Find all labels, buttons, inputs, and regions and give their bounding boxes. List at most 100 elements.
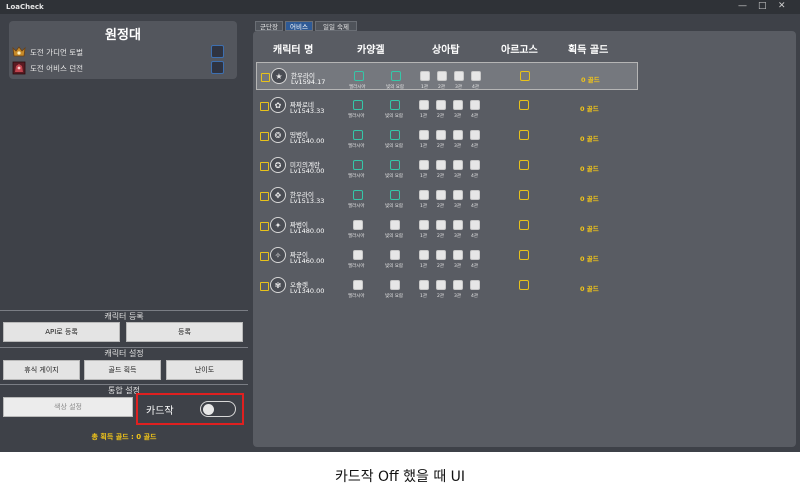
abyss-icon [12,61,26,75]
api-register-button[interactable]: API로 등록 [3,322,120,342]
table-row[interactable]: ✧ 짜군이 Lv1460.00 엘라시아 빛의 요람 1관 2관 3관 4관 0 골드 [256,242,638,270]
tower-gate-checkbox[interactable] [453,220,463,230]
close-icon[interactable]: ✕ [778,1,786,11]
row-checkbox[interactable] [260,222,269,231]
table-row[interactable]: ✥ 한우라이 Lv1513.33 엘라시아 빛의 요람 1관 2관 3관 4관 0 골드 [256,182,638,210]
kayangel-checkbox[interactable] [390,190,400,200]
tower-sublabel: 3관 [454,114,462,119]
gold-value: 0 골드 [580,255,599,263]
color-settings-button[interactable]: 색상 설정 [3,397,133,417]
tower-gate-checkbox[interactable] [453,280,463,290]
tower-gate-checkbox[interactable] [470,130,480,140]
maximize-icon[interactable]: □ [758,1,767,11]
gold-gain-button[interactable]: 골드 획득 [84,360,161,380]
tower-gate-checkbox[interactable] [470,250,480,260]
tower-gate-checkbox[interactable] [436,280,446,290]
kayangel-checkbox[interactable] [390,250,400,260]
kayangel-checkbox[interactable] [391,71,401,81]
tower-gate-checkbox[interactable] [470,220,480,230]
tower-gate-checkbox[interactable] [470,160,480,170]
row-checkbox[interactable] [261,73,270,82]
tower-gate-checkbox[interactable] [436,250,446,260]
tower-gate-checkbox[interactable] [453,190,463,200]
rest-gauge-button[interactable]: 휴식 게이지 [3,360,80,380]
row-checkbox[interactable] [260,132,269,141]
kayangel-checkbox[interactable] [353,280,363,290]
tower-gate-checkbox[interactable] [436,190,446,200]
kayangel-checkbox[interactable] [353,130,363,140]
tab-daily[interactable]: 일일 숙제 [315,21,357,31]
tower-gate-checkbox[interactable] [419,220,429,230]
row-checkbox[interactable] [260,102,269,111]
argos-checkbox[interactable] [519,280,529,290]
kayangel-checkbox[interactable] [353,250,363,260]
kayangel-checkbox[interactable] [390,220,400,230]
tower-gate-checkbox[interactable] [437,71,447,81]
tab-legion[interactable]: 군단장 [255,21,283,31]
raid-item-label: 도전 가디언 토벌 [30,48,84,57]
table-row[interactable]: ❂ 띵범이 Lv1540.00 엘라시아 빛의 요람 1관 2관 3관 4관 0 골드 [256,122,638,150]
kayangel-checkbox[interactable] [390,280,400,290]
card-toggle[interactable] [200,401,236,417]
kayangel-checkbox[interactable] [353,220,363,230]
kayangel-checkbox[interactable] [390,130,400,140]
argos-checkbox[interactable] [519,100,529,110]
tower-gate-checkbox[interactable] [436,130,446,140]
row-checkbox[interactable] [260,162,269,171]
row-checkbox[interactable] [260,192,269,201]
tower-gate-checkbox[interactable] [436,100,446,110]
table-row[interactable]: ★ 한우라이 Lv1594.17 엘라시아 빛의 요람 1관 2관 3관 4관 0 골드 [256,62,638,90]
table-row[interactable]: ✪ 미지의계란 Lv1540.00 엘라시아 빛의 요람 1관 2관 3관 4관 0 골드 [256,152,638,180]
argos-checkbox[interactable] [519,130,529,140]
kayangel-checkbox[interactable] [390,160,400,170]
tower-gate-checkbox[interactable] [419,130,429,140]
kayangel-sublabel: 빛의 요람 [385,174,403,179]
kayangel-checkbox[interactable] [353,160,363,170]
argos-checkbox[interactable] [520,71,530,81]
kayangel-checkbox[interactable] [390,100,400,110]
abyss-checkbox[interactable] [211,61,224,74]
tower-gate-checkbox[interactable] [471,71,481,81]
tower-gate-checkbox[interactable] [419,280,429,290]
minimize-icon[interactable]: — [738,1,747,11]
tower-gate-checkbox[interactable] [453,130,463,140]
tower-gate-checkbox[interactable] [453,160,463,170]
tower-gate-checkbox[interactable] [453,250,463,260]
argos-checkbox[interactable] [519,190,529,200]
tower-gate-checkbox[interactable] [419,190,429,200]
gold-value: 0 골드 [580,285,599,293]
tower-sublabel: 1관 [421,85,429,90]
window-title: LoaCheck [6,3,44,11]
guardian-checkbox[interactable] [211,45,224,58]
tower-gate-checkbox[interactable] [470,100,480,110]
tower-gate-checkbox[interactable] [420,71,430,81]
table-row[interactable]: ✦ 짜범이 Lv1480.00 엘라시아 빛의 요람 1관 2관 3관 4관 0 골드 [256,212,638,240]
kayangel-checkbox[interactable] [353,100,363,110]
class-icon: ❂ [270,127,286,143]
table-row[interactable]: ✿ 짜짜로네 Lv1543.33 엘라시아 빛의 요람 1관 2관 3관 4관 0 골드 [256,92,638,120]
tower-gate-checkbox[interactable] [419,100,429,110]
argos-checkbox[interactable] [519,160,529,170]
kayangel-checkbox[interactable] [354,71,364,81]
tower-gate-checkbox[interactable] [470,280,480,290]
tower-gate-checkbox[interactable] [436,160,446,170]
register-button[interactable]: 등록 [126,322,243,342]
table-row[interactable]: ✾ 오솔렛 Lv1340.00 엘라시아 빛의 요람 1관 2관 3관 4관 0 골드 [256,272,638,300]
tower-gate-checkbox[interactable] [436,220,446,230]
difficulty-button[interactable]: 난이도 [166,360,243,380]
tab-abyss[interactable]: 어비스 [285,21,313,31]
tower-gate-checkbox[interactable] [470,190,480,200]
kayangel-sublabel: 빛의 요람 [385,264,403,269]
tower-sublabel: 3관 [454,144,462,149]
tower-gate-checkbox[interactable] [453,100,463,110]
row-checkbox[interactable] [260,282,269,291]
tower-gate-checkbox[interactable] [419,250,429,260]
tower-sublabel: 4관 [471,294,479,299]
gold-value: 0 골드 [580,165,599,173]
tower-gate-checkbox[interactable] [454,71,464,81]
kayangel-checkbox[interactable] [353,190,363,200]
row-checkbox[interactable] [260,252,269,261]
argos-checkbox[interactable] [519,250,529,260]
argos-checkbox[interactable] [519,220,529,230]
tower-gate-checkbox[interactable] [419,160,429,170]
